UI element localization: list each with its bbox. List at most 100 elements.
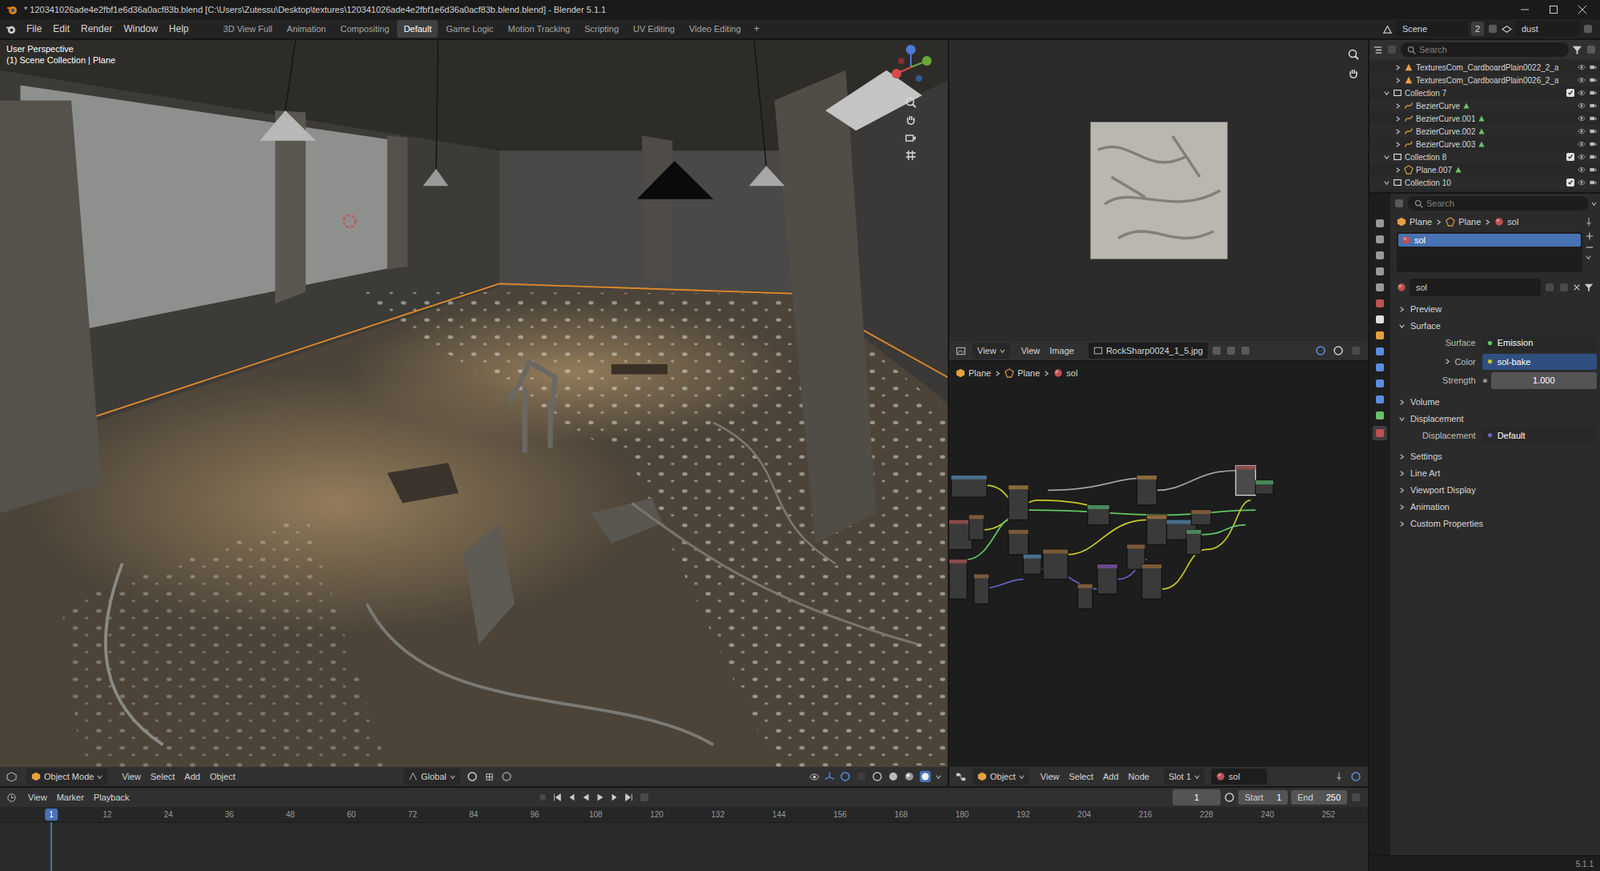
expand-arrow-icon[interactable] xyxy=(1398,305,1406,313)
section-header[interactable]: Viewport Display xyxy=(1393,481,1597,499)
section-header[interactable]: Animation xyxy=(1393,498,1597,516)
expand-arrow-icon[interactable] xyxy=(1394,140,1402,149)
camera-icon[interactable] xyxy=(904,131,918,145)
clock-icon[interactable] xyxy=(1223,791,1236,803)
expand-arrow-icon[interactable] xyxy=(1398,398,1406,406)
camera-icon[interactable] xyxy=(1588,140,1597,149)
blender-menu-icon[interactable] xyxy=(3,21,18,37)
timeline-body[interactable]: 1122436486072849610812013214415616818019… xyxy=(0,806,1368,871)
node-canvas[interactable]: PlanePlanesol xyxy=(949,361,1368,767)
new-collection-icon[interactable] xyxy=(1585,44,1597,56)
data-tab-icon[interactable] xyxy=(1374,409,1386,422)
add-slot-icon[interactable] xyxy=(1585,232,1594,241)
eye-icon[interactable] xyxy=(1577,63,1586,72)
modifier-tab-icon[interactable] xyxy=(1374,345,1386,357)
search-field[interactable] xyxy=(1407,196,1588,211)
breadcrumb-item[interactable]: Plane xyxy=(968,366,991,381)
slot-dropdown[interactable]: Slot 1 xyxy=(1163,768,1205,786)
pin-icon[interactable] xyxy=(1334,771,1344,782)
outliner-label[interactable]: Plane.007 xyxy=(1415,164,1452,177)
outliner-label[interactable]: Collection 8 xyxy=(1404,151,1447,164)
overlay-icon[interactable] xyxy=(1332,344,1344,357)
workspace-tab[interactable]: Video Editing xyxy=(682,20,748,39)
workspace-tab[interactable]: Default xyxy=(396,20,438,39)
view-layer-field[interactable]: dust xyxy=(1515,20,1580,38)
auto-key-icon[interactable] xyxy=(638,791,650,803)
expand-arrow-icon[interactable] xyxy=(1398,520,1406,528)
prev-key-icon[interactable] xyxy=(566,792,577,803)
editor-type-icon[interactable] xyxy=(955,345,967,357)
material-field[interactable]: sol xyxy=(1211,768,1268,786)
scene-icon[interactable] xyxy=(1382,24,1393,35)
display-channels-icon[interactable] xyxy=(1350,344,1362,357)
outliner-row[interactable]: BezierCurve.002 xyxy=(1369,124,1600,138)
section-header[interactable]: Settings xyxy=(1393,448,1597,466)
overlay-icon[interactable] xyxy=(839,770,851,782)
filter-icon[interactable] xyxy=(1583,282,1594,293)
header-menu[interactable]: Select xyxy=(145,769,181,784)
pan-hand-icon[interactable] xyxy=(904,113,918,127)
menu-item[interactable]: File xyxy=(20,20,48,38)
jump-start-icon[interactable] xyxy=(552,792,562,803)
unlink-icon[interactable] xyxy=(1572,283,1581,292)
image-action-icon[interactable] xyxy=(1211,344,1223,357)
camera-icon[interactable] xyxy=(1588,114,1597,123)
search-input[interactable] xyxy=(1419,43,1563,57)
header-menu[interactable]: Playback xyxy=(88,790,135,805)
editor-type-icon[interactable] xyxy=(6,771,17,782)
minimize-icon[interactable] xyxy=(1519,4,1530,15)
constraints-tab-icon[interactable] xyxy=(1374,393,1386,406)
browse-material-icon[interactable] xyxy=(1396,282,1407,293)
camera-icon[interactable] xyxy=(1588,88,1597,97)
editor-type-icon[interactable] xyxy=(1393,197,1405,209)
axis-gizmo-icon[interactable] xyxy=(886,43,935,92)
image-name-field[interactable]: RockSharp0024_1_5.jpg xyxy=(1088,342,1208,360)
expand-arrow-icon[interactable] xyxy=(1398,503,1406,511)
expand-arrow-icon[interactable] xyxy=(1394,128,1402,136)
outliner-row[interactable]: BezierCurve.003 xyxy=(1369,137,1600,151)
property-value-field[interactable]: sol-bake xyxy=(1482,353,1597,371)
rendered-shading-icon[interactable] xyxy=(919,770,931,782)
gizmo-icon[interactable] xyxy=(824,771,835,782)
pan-hand-icon[interactable] xyxy=(1347,67,1360,81)
expand-arrow-icon[interactable] xyxy=(1398,453,1406,461)
header-menu[interactable]: View xyxy=(23,790,53,805)
header-menu[interactable]: Select xyxy=(1063,769,1099,784)
playhead[interactable] xyxy=(50,822,53,871)
editor-type-icon[interactable] xyxy=(1372,44,1384,56)
search-field[interactable] xyxy=(1400,42,1569,57)
expand-arrow-icon[interactable] xyxy=(1394,76,1402,85)
material-name-field[interactable]: sol xyxy=(1409,278,1541,297)
section-header[interactable]: Volume xyxy=(1393,393,1597,411)
camera-icon[interactable] xyxy=(1588,152,1597,161)
expand-arrow-icon[interactable] xyxy=(1398,415,1406,423)
duplicate-icon[interactable] xyxy=(1558,281,1570,293)
header-menu[interactable]: Marker xyxy=(52,790,89,805)
expand-arrow-icon[interactable] xyxy=(1383,179,1391,187)
eye-icon[interactable] xyxy=(1577,140,1586,149)
editor-type-icon[interactable] xyxy=(6,792,17,803)
expand-arrow-icon[interactable] xyxy=(1443,357,1452,365)
eye-icon[interactable] xyxy=(1577,178,1586,187)
eye-icon[interactable] xyxy=(1577,165,1586,174)
outliner-label[interactable]: BezierCurve xyxy=(1415,100,1460,113)
workspace-tab[interactable]: Scripting xyxy=(577,20,626,39)
outliner-label[interactable]: TexturesCom_CardboardPlain0026_2_a xyxy=(1415,74,1559,87)
menu-item[interactable]: Render xyxy=(75,20,118,38)
shield-icon[interactable] xyxy=(1543,281,1556,293)
property-value-field[interactable]: Default xyxy=(1482,427,1597,445)
section-header[interactable]: Surface xyxy=(1393,317,1597,335)
eye-icon[interactable] xyxy=(1577,127,1586,136)
outliner-row[interactable]: Collection 8 xyxy=(1369,150,1600,164)
outliner-label[interactable]: Collection 10 xyxy=(1404,176,1452,189)
outliner-label[interactable]: BezierCurve.003 xyxy=(1415,138,1476,151)
particles-tab-icon[interactable] xyxy=(1374,361,1386,373)
play-reverse-icon[interactable] xyxy=(581,792,591,803)
collection-checkbox[interactable] xyxy=(1566,152,1575,161)
frame-tick[interactable]: 1 xyxy=(44,808,58,821)
outliner-label[interactable]: BezierCurve.001 xyxy=(1415,112,1476,125)
outliner-label[interactable]: TexturesCom_CardboardPlain0022_2_a xyxy=(1415,61,1559,74)
expand-arrow-icon[interactable] xyxy=(1398,486,1406,494)
breadcrumb-item[interactable]: sol xyxy=(1066,366,1078,381)
outliner-row[interactable]: Collection 10 xyxy=(1369,176,1600,189)
